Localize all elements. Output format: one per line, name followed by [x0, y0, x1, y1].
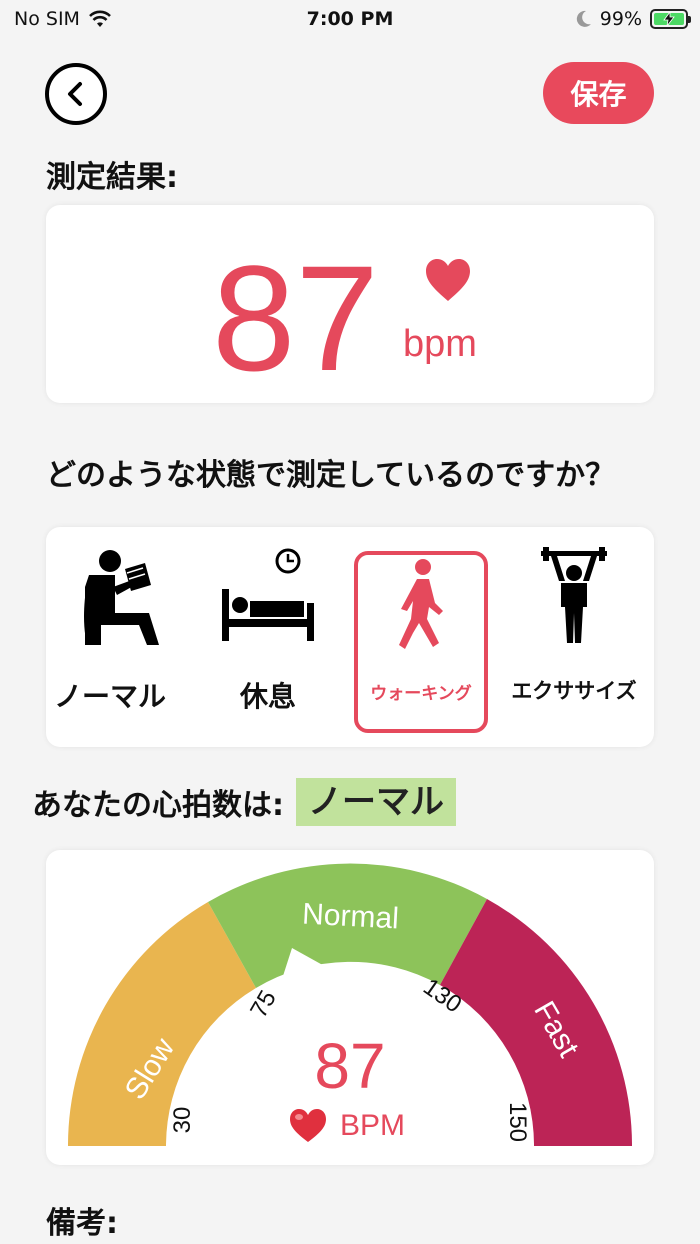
back-button[interactable] — [45, 63, 107, 125]
status-bar: No SIM 7:00 PM 99% — [0, 0, 700, 40]
gauge-label-normal: Normal — [301, 898, 399, 936]
gauge-value: 87 — [314, 1030, 385, 1102]
moon-icon — [576, 10, 591, 27]
status-right: 99% — [576, 8, 691, 30]
activity-label: ウォーキング — [370, 684, 472, 704]
result-card: 87 bpm — [46, 205, 654, 403]
heart-icon — [426, 259, 470, 301]
activity-label: ノーマル — [53, 680, 166, 713]
activity-card: ノーマル 休息 ウォーキング エクササイズ — [46, 527, 654, 747]
heart-rate-status-label: あなたの心拍数は: — [32, 788, 284, 823]
activity-exercise[interactable]: エクササイズ — [501, 527, 647, 747]
bed-sleep-icon — [222, 548, 314, 641]
activity-rest[interactable]: 休息 — [198, 527, 338, 747]
activity-label: 休息 — [239, 680, 296, 713]
result-unit: bpm — [403, 323, 477, 365]
gauge-segment-slow — [67, 902, 256, 1146]
battery-icon — [650, 9, 691, 29]
activity-label: エクササイズ — [511, 679, 637, 703]
gauge-tick-150: 150 — [504, 1102, 531, 1142]
measurement-question: どのような状態で測定しているのですか？ — [46, 458, 616, 493]
gauge-card: Slow Normal Fast 30 75 130 150 87 BPM — [46, 850, 654, 1165]
chevron-left-icon — [68, 82, 82, 106]
battery-percent: 99% — [599, 8, 642, 30]
weightlifting-icon — [541, 547, 607, 643]
heart-rate-status: あなたの心拍数は: ノーマル — [32, 778, 456, 826]
gauge-tick-75: 75 — [245, 986, 282, 1023]
gauge-unit: BPM — [340, 1109, 405, 1142]
heart-rate-gauge: Slow Normal Fast 30 75 130 150 87 BPM — [67, 863, 633, 1146]
gauge-tick-30: 30 — [169, 1107, 196, 1134]
activity-normal[interactable]: ノーマル — [40, 527, 180, 747]
notes-title: 備考: — [46, 1206, 118, 1241]
heart-rate-status-badge: ノーマル — [296, 778, 456, 826]
result-value: 87 — [212, 234, 379, 402]
activity-walking[interactable]: ウォーキング — [354, 551, 488, 733]
result-title: 測定結果: — [46, 160, 178, 195]
save-button[interactable]: 保存 — [543, 62, 654, 124]
heart-emoji-icon — [290, 1109, 326, 1142]
reading-person-icon — [84, 550, 159, 645]
walking-person-icon — [399, 559, 443, 649]
